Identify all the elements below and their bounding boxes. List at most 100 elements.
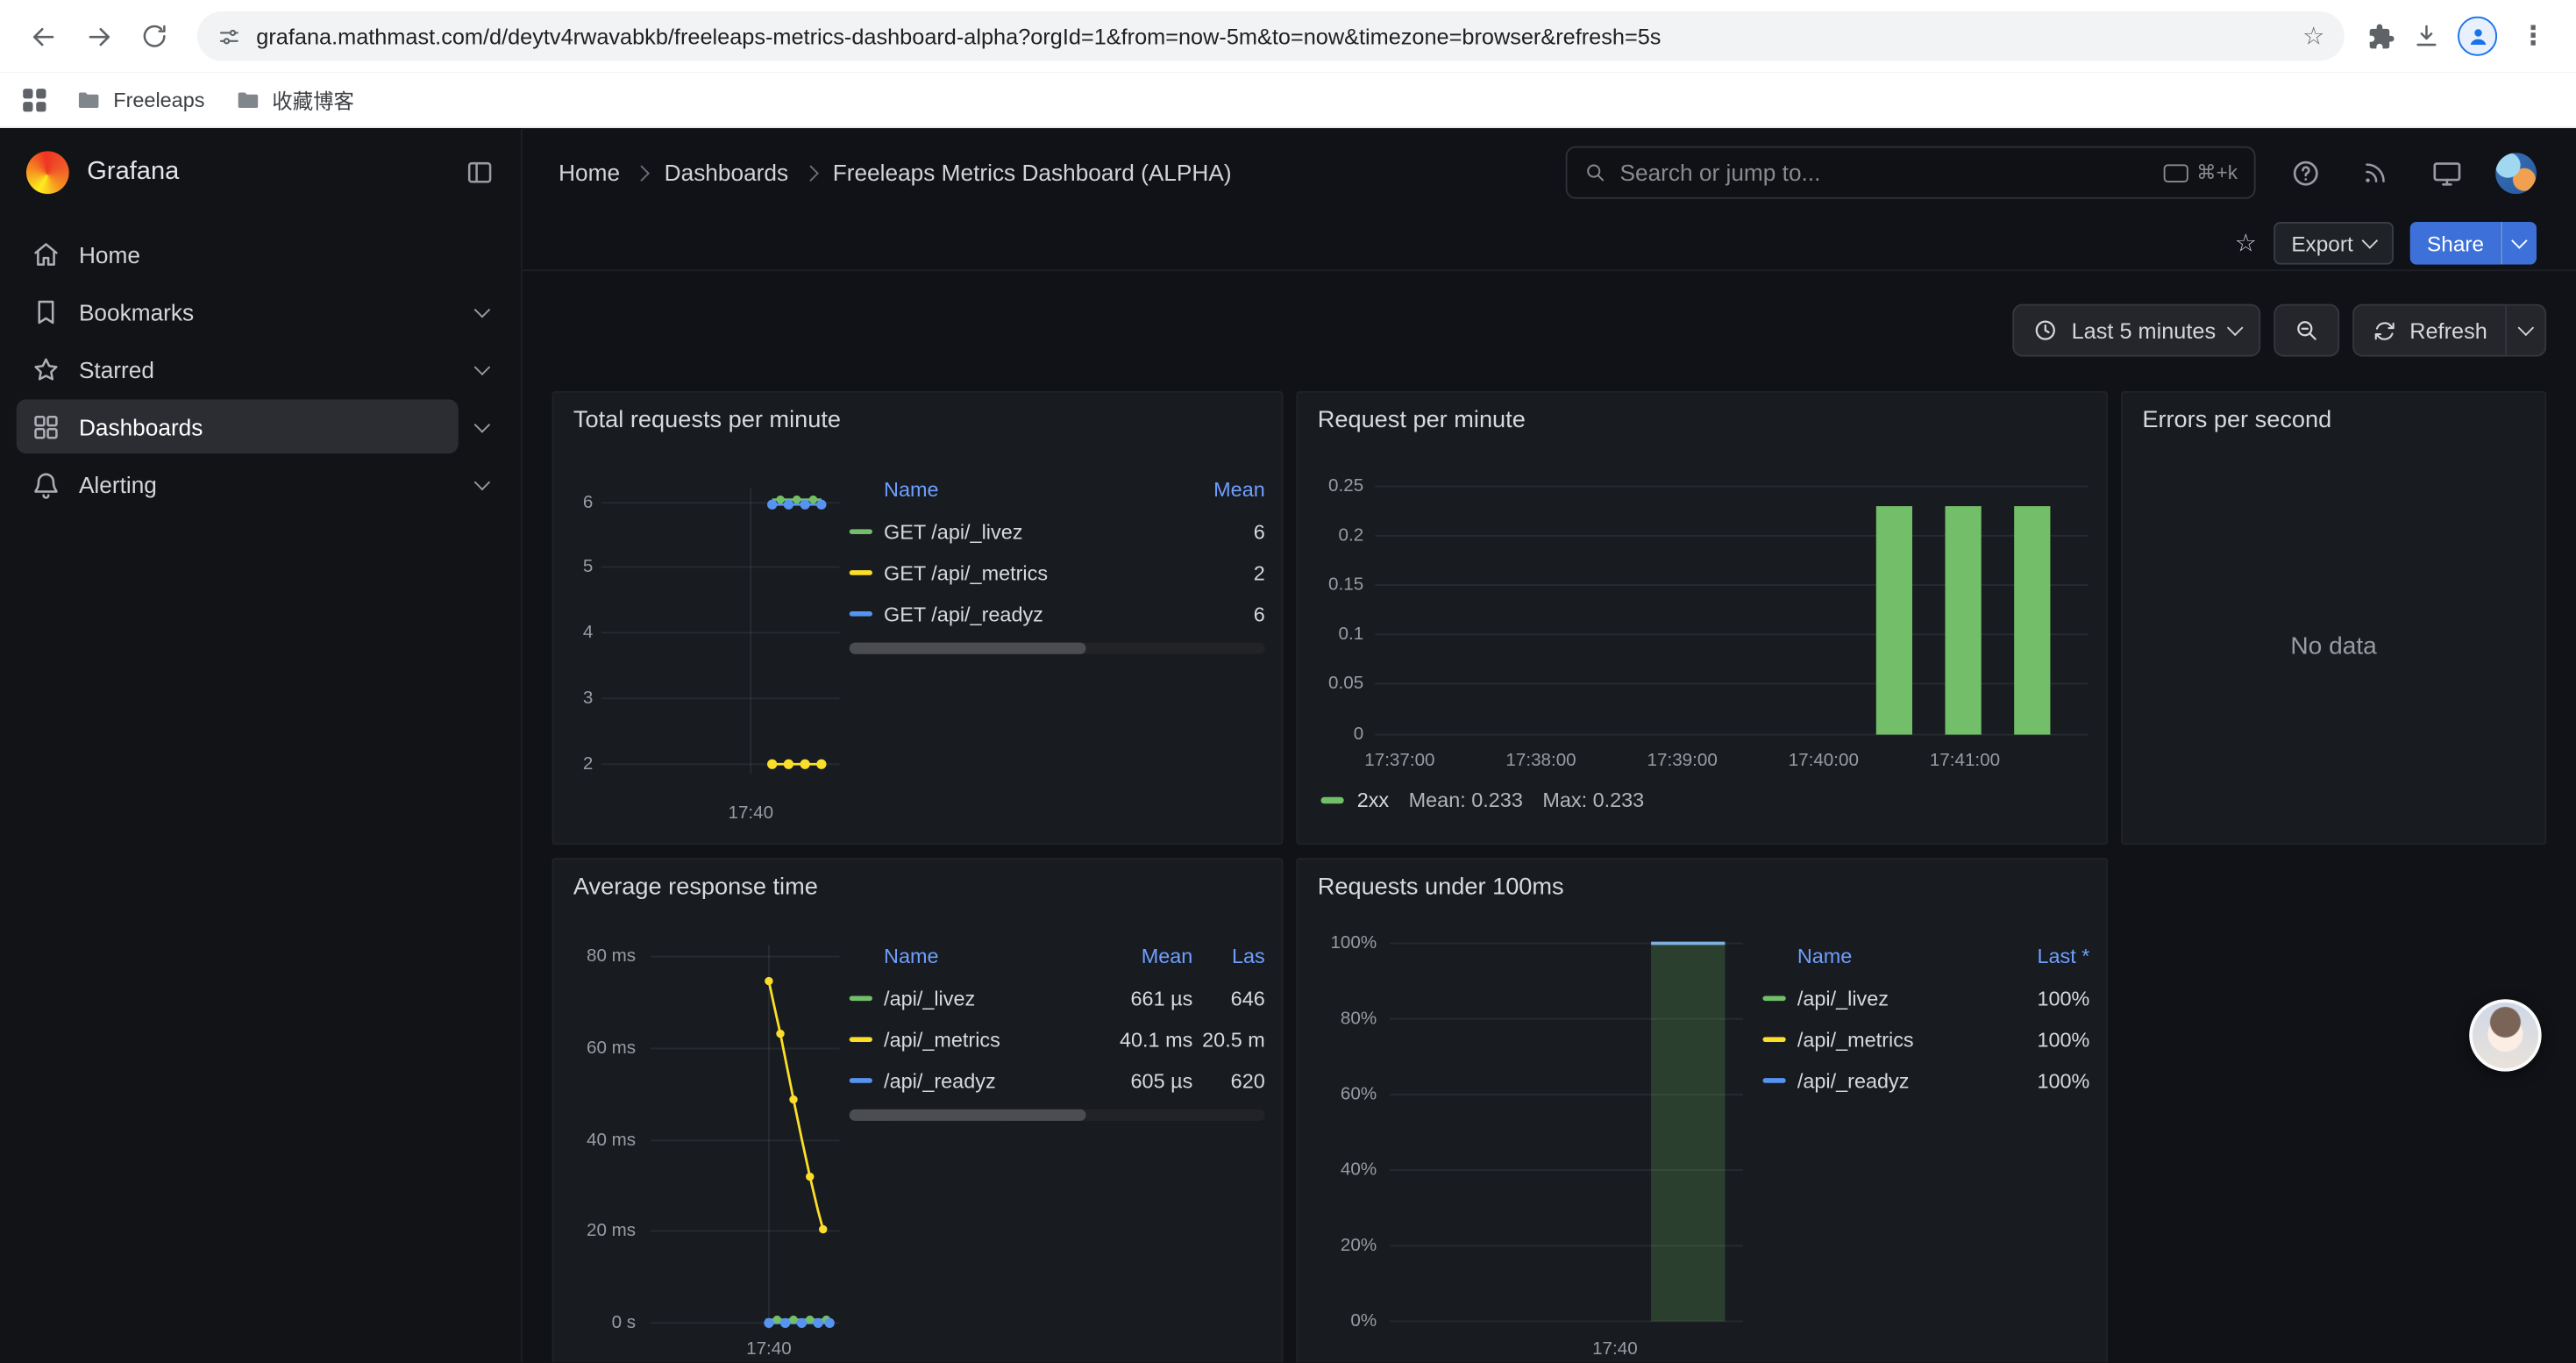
series-name[interactable]: /api/_metrics: [884, 1028, 1087, 1051]
sidebar-item-label: Alerting: [79, 471, 157, 497]
sidebar-link-home[interactable]: Home: [17, 227, 504, 282]
chevron-down-icon: [2362, 232, 2379, 249]
legend-col-last[interactable]: Last *: [2017, 945, 2089, 967]
search-input[interactable]: [1619, 160, 2150, 186]
url-bar[interactable]: ☆: [197, 11, 2345, 61]
panel-requests-per-minute: Request per minute: [1296, 391, 2108, 845]
panel-row-2: Average response time: [552, 858, 2547, 1362]
scrollbar-thumb[interactable]: [850, 643, 1086, 654]
scrollbar-thumb[interactable]: [850, 1110, 1086, 1121]
x-tick: 17:41:00: [1916, 751, 2014, 770]
profile-button[interactable]: [2458, 17, 2497, 56]
search-box[interactable]: ⌘+k: [1566, 146, 2256, 199]
help-button[interactable]: [2283, 151, 2326, 194]
series-last: 620: [1192, 1069, 1264, 1092]
person-icon: [2466, 24, 2490, 48]
legend-scrollbar[interactable]: [850, 643, 1265, 654]
expand-dashboards-button[interactable]: [459, 403, 504, 449]
zoom-out-button[interactable]: [2274, 304, 2339, 357]
forward-icon: [83, 20, 115, 52]
apps-grid-icon[interactable]: [23, 88, 46, 111]
extensions-icon[interactable]: [2367, 22, 2395, 50]
time-controls: Last 5 minutes Refresh: [552, 304, 2547, 357]
url-input[interactable]: [256, 24, 2288, 48]
news-button[interactable]: [2354, 151, 2397, 194]
no-data-message: No data: [2123, 632, 2545, 660]
x-tick: 17:40:00: [1775, 751, 1873, 770]
expand-bookmarks-button[interactable]: [459, 289, 504, 334]
x-tick: 17:39:00: [1633, 751, 1731, 770]
sidebar-link-dashboards[interactable]: Dashboards: [17, 399, 459, 453]
legend-col-name[interactable]: Name: [1763, 945, 2017, 967]
legend-row: GET /api/_readyz 6: [850, 593, 1265, 634]
expand-starred-button[interactable]: [459, 346, 504, 391]
sidebar-link-starred[interactable]: Starred: [17, 342, 459, 396]
back-button[interactable]: [17, 10, 69, 62]
star-dashboard-button[interactable]: ☆: [2235, 228, 2257, 258]
tv-mode-button[interactable]: [2425, 151, 2468, 194]
share-button[interactable]: Share: [2410, 222, 2500, 265]
breadcrumb-separator-icon: [634, 164, 651, 181]
sidebar-item-label: Home: [79, 241, 140, 268]
series-last: 20.5 m: [1192, 1028, 1264, 1051]
series-name[interactable]: /api/_livez: [1797, 987, 2017, 1010]
reload-icon: [139, 21, 169, 51]
downloads-icon[interactable]: [2412, 21, 2442, 51]
breadcrumb-home[interactable]: Home: [559, 160, 620, 186]
series-name[interactable]: /api/_readyz: [884, 1069, 1087, 1092]
dashboard-content: Last 5 minutes Refresh: [523, 271, 2576, 1362]
export-button[interactable]: Export: [2274, 222, 2395, 265]
site-settings-icon[interactable]: [217, 24, 241, 48]
bookmark-label: Freeleaps: [113, 88, 204, 111]
expand-alerting-button[interactable]: [459, 461, 504, 507]
refresh-button[interactable]: Refresh: [2352, 304, 2508, 357]
series-mean: 40.1 ms: [1087, 1028, 1192, 1051]
x-tick: 17:37:00: [1350, 751, 1448, 770]
y-tick: 40%: [1305, 1160, 1377, 1180]
browser-menu-button[interactable]: ⋮: [2514, 19, 2553, 52]
floating-avatar[interactable]: [2469, 999, 2541, 1071]
legend-col-mean[interactable]: Mean: [1087, 945, 1192, 967]
series-mean: 6: [1190, 603, 1265, 625]
share-menu-button[interactable]: [2501, 222, 2537, 265]
refresh-interval-button[interactable]: [2507, 304, 2546, 357]
y-tick: 4: [560, 623, 593, 642]
legend-col-mean[interactable]: Mean: [1190, 478, 1265, 501]
series-name[interactable]: /api/_readyz: [1797, 1069, 2017, 1092]
legend-col-name[interactable]: Name: [850, 478, 1190, 501]
panel-avg-response-time: Average response time: [552, 858, 1284, 1362]
sidebar-link-bookmarks[interactable]: Bookmarks: [17, 284, 459, 339]
bookmark-icon: [32, 296, 61, 326]
bookmark-folder-freeleaps[interactable]: Freeleaps: [75, 86, 204, 112]
panel-title[interactable]: Errors per second: [2123, 393, 2545, 434]
grafana-logo[interactable]: [26, 151, 69, 194]
forward-button[interactable]: [72, 10, 125, 62]
y-tick: 20%: [1305, 1236, 1377, 1255]
bookmark-folder-blogs[interactable]: 收藏博客: [234, 84, 354, 116]
series-name[interactable]: /api/_metrics: [1797, 1028, 2017, 1051]
series-name[interactable]: GET /api/_metrics: [884, 561, 1190, 584]
series-name[interactable]: GET /api/_readyz: [884, 603, 1190, 625]
legend-row: /api/_livez 100%: [1763, 978, 2090, 1019]
series-name[interactable]: GET /api/_livez: [884, 520, 1190, 543]
series-name[interactable]: /api/_livez: [884, 987, 1087, 1010]
breadcrumb-current: Freeleaps Metrics Dashboard (ALPHA): [833, 160, 1232, 186]
user-avatar[interactable]: [2495, 152, 2537, 193]
legend-scrollbar[interactable]: [850, 1110, 1265, 1121]
sidebar-link-alerting[interactable]: Alerting: [17, 457, 459, 511]
legend-col-last[interactable]: Las: [1192, 945, 1264, 967]
series-name[interactable]: 2xx: [1357, 789, 1389, 811]
time-range-picker[interactable]: Last 5 minutes: [2012, 304, 2260, 357]
series-marker: [1763, 1078, 1786, 1084]
sidebar-collapse-button[interactable]: [465, 158, 495, 188]
series-marker: [1763, 995, 1786, 1002]
series-marker: [1763, 1037, 1786, 1043]
y-tick: 0 s: [557, 1313, 636, 1332]
y-tick: 40 ms: [557, 1131, 636, 1150]
export-label: Export: [2291, 231, 2352, 255]
breadcrumb-dashboards[interactable]: Dashboards: [665, 160, 788, 186]
requests-per-minute-chart: [1298, 393, 2108, 845]
bookmark-star-icon[interactable]: ☆: [2302, 21, 2324, 51]
reload-button[interactable]: [128, 10, 181, 62]
legend-col-name[interactable]: Name: [850, 945, 1088, 967]
